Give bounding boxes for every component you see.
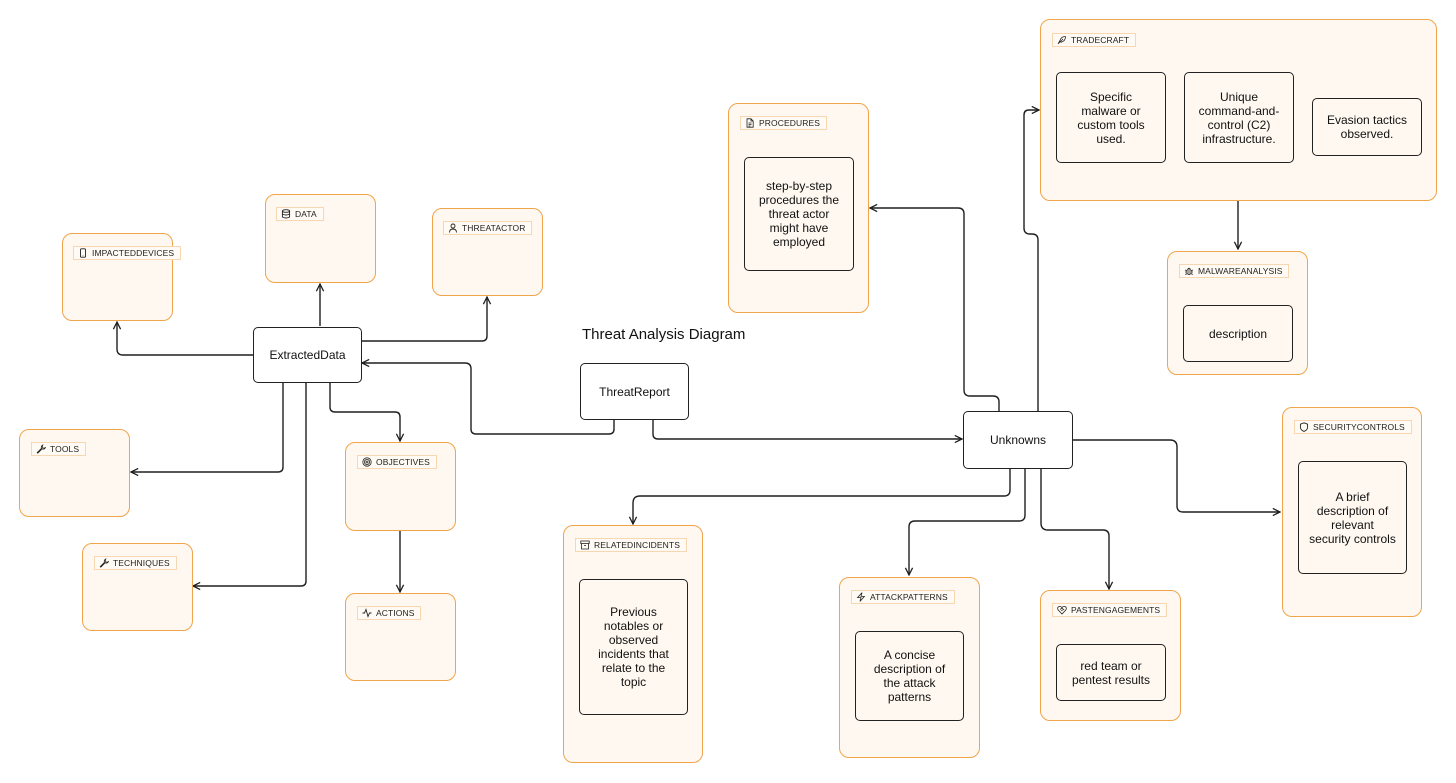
node-unknowns[interactable]: Unknowns [963,411,1073,469]
edge-unknowns-attackpatterns [909,469,1026,575]
group-tradecraft[interactable]: TRADECRAFT Specific malware or custom to… [1040,19,1437,201]
edge-extracteddata-threatactor [362,297,487,342]
shield-icon [1299,422,1309,432]
node-threat-report[interactable]: ThreatReport [580,363,689,420]
group-label: TOOLS [31,442,87,456]
group-impacted-devices[interactable]: IMPACTEDDEVICES [62,233,182,321]
group-label-text: ATTACKPATTERNS [870,592,948,602]
related-incidents-item[interactable]: Previous notables or observed incidents … [579,579,688,715]
group-label-text: ACTIONS [376,608,415,618]
edge-extracteddata-objectives [329,383,400,441]
group-attack-patterns[interactable]: ATTACKPATTERNS A concise description of … [839,577,980,758]
group-label: DATA [276,207,324,221]
edge-unknowns-tradecraft [1023,110,1039,411]
group-label: OBJECTIVES [357,455,437,469]
group-techniques[interactable]: TECHNIQUES [82,543,193,631]
security-controls-item[interactable]: A brief description of relevant security… [1298,461,1407,574]
group-label-text: TRADECRAFT [1071,35,1130,45]
edge-extracteddata-tools [131,383,284,472]
target-icon [362,457,372,467]
edge-unknowns-procedures [870,208,1000,411]
procedures-item[interactable]: step-by-step procedures the threat actor… [744,157,854,271]
group-label-text: OBJECTIVES [376,457,430,467]
group-procedures[interactable]: PROCEDURES step-by-step procedures the t… [728,103,869,313]
zap-icon [856,592,866,602]
wrench-icon [99,558,109,568]
group-label: ACTIONS [357,606,422,620]
group-label-text: DATA [295,209,317,219]
group-label: IMPACTEDDEVICES [73,246,182,260]
edge-extracteddata-impacteddevices [117,322,253,356]
edge-unknowns-pastengagements [1040,469,1109,589]
database-icon [281,209,291,219]
attack-patterns-item[interactable]: A concise description of the attack patt… [855,631,964,721]
group-label-text: TOOLS [50,444,80,454]
group-threat-actor[interactable]: THREATACTOR [432,208,543,296]
archive-icon [580,540,590,550]
tradecraft-item[interactable]: Specific malware or custom tools used. [1056,72,1166,163]
group-label: PROCEDURES [740,116,827,130]
tradecraft-item[interactable]: Evasion tactics observed. [1312,98,1422,156]
group-actions[interactable]: ACTIONS [345,593,456,681]
node-extracted-data[interactable]: ExtractedData [253,327,362,383]
group-data[interactable]: DATA [265,194,376,283]
edge-unknowns-securitycontrols [1073,439,1280,512]
group-past-engagements[interactable]: PASTENGAGEMENTS red team or pentest resu… [1040,590,1181,721]
edge-unknowns-relatedincidents [633,469,1011,524]
group-label-text: TECHNIQUES [113,558,170,568]
group-label: PASTENGAGEMENTS [1052,603,1168,617]
group-security-controls[interactable]: SECURITYCONTROLS A brief description of … [1282,407,1422,617]
group-label: TRADECRAFT [1052,33,1137,47]
malware-analysis-item[interactable]: description [1183,305,1293,362]
group-objectives[interactable]: OBJECTIVES [345,442,456,531]
group-label-text: PROCEDURES [759,118,820,128]
tablet-icon [80,248,86,258]
group-label: ATTACKPATTERNS [851,590,955,604]
feather-icon [1057,36,1066,45]
group-label: MALWAREANALYSIS [1179,264,1290,278]
tradecraft-item[interactable]: Unique command-and-control (C2) infrastr… [1184,72,1294,163]
group-label-text: MALWAREANALYSIS [1198,266,1283,276]
group-label: RELATEDINCIDENTS [575,538,687,552]
user-icon [449,223,457,233]
group-label-text: THREATACTOR [462,223,526,233]
diagram-title: Threat Analysis Diagram [582,326,746,343]
group-label-text: IMPACTEDDEVICES [92,248,175,258]
group-tools[interactable]: TOOLS [19,429,130,517]
activity-icon [362,608,372,618]
group-label-text: SECURITYCONTROLS [1313,422,1405,432]
edge-extracteddata-techniques [193,383,307,586]
heart-handshake-icon [1057,605,1067,615]
past-engagements-item[interactable]: red team or pentest results [1056,644,1166,701]
bug-icon [1184,267,1194,275]
file-icon [746,118,754,128]
group-label-text: RELATEDINCIDENTS [594,540,680,550]
group-label: TECHNIQUES [94,556,177,570]
group-related-incidents[interactable]: RELATEDINCIDENTS Previous notables or ob… [563,525,703,763]
group-label: THREATACTOR [443,221,533,235]
group-label: SECURITYCONTROLS [1294,420,1412,434]
group-label-text: PASTENGAGEMENTS [1071,605,1161,615]
edge-threatreport-extracteddata [362,363,615,435]
edge-threatreport-unknowns [652,420,962,439]
wrench-icon [36,444,46,454]
group-malware-analysis[interactable]: MALWAREANALYSIS description [1167,251,1308,375]
